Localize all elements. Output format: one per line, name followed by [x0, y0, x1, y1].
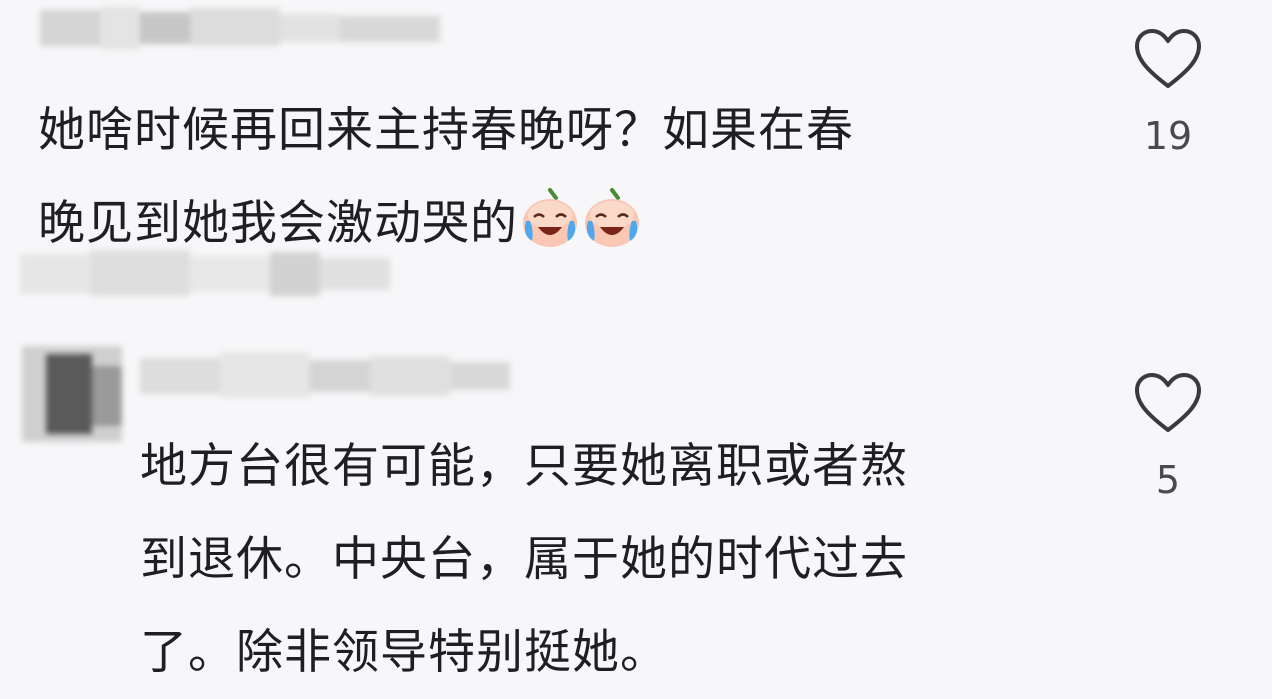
crying-laughing-peach-emoji	[582, 187, 642, 249]
comment-1-like[interactable]: 19	[1128, 28, 1208, 158]
comment-1-username-blurred	[40, 6, 440, 50]
comment-2-like-count: 5	[1155, 458, 1181, 502]
heart-outline-icon[interactable]	[1133, 28, 1203, 90]
comment-1-text: 她啥时候再回来主持春晚呀？如果在春 晚见到她我会激动哭的	[38, 103, 854, 251]
comment-2-avatar-blurred	[22, 346, 122, 442]
crying-laughing-peach-emoji	[520, 187, 580, 249]
comment-1-like-count: 19	[1143, 114, 1193, 158]
heart-outline-icon[interactable]	[1133, 372, 1203, 434]
comment-1-meta-blurred	[20, 250, 390, 298]
comment-2-text: 地方台很有可能，只要她离职或者熬 到退休。中央台，属于她的时代过去 了。除非领导…	[140, 439, 908, 680]
comment-2-username-blurred	[140, 352, 510, 400]
comment-2-like[interactable]: 5	[1128, 372, 1208, 502]
